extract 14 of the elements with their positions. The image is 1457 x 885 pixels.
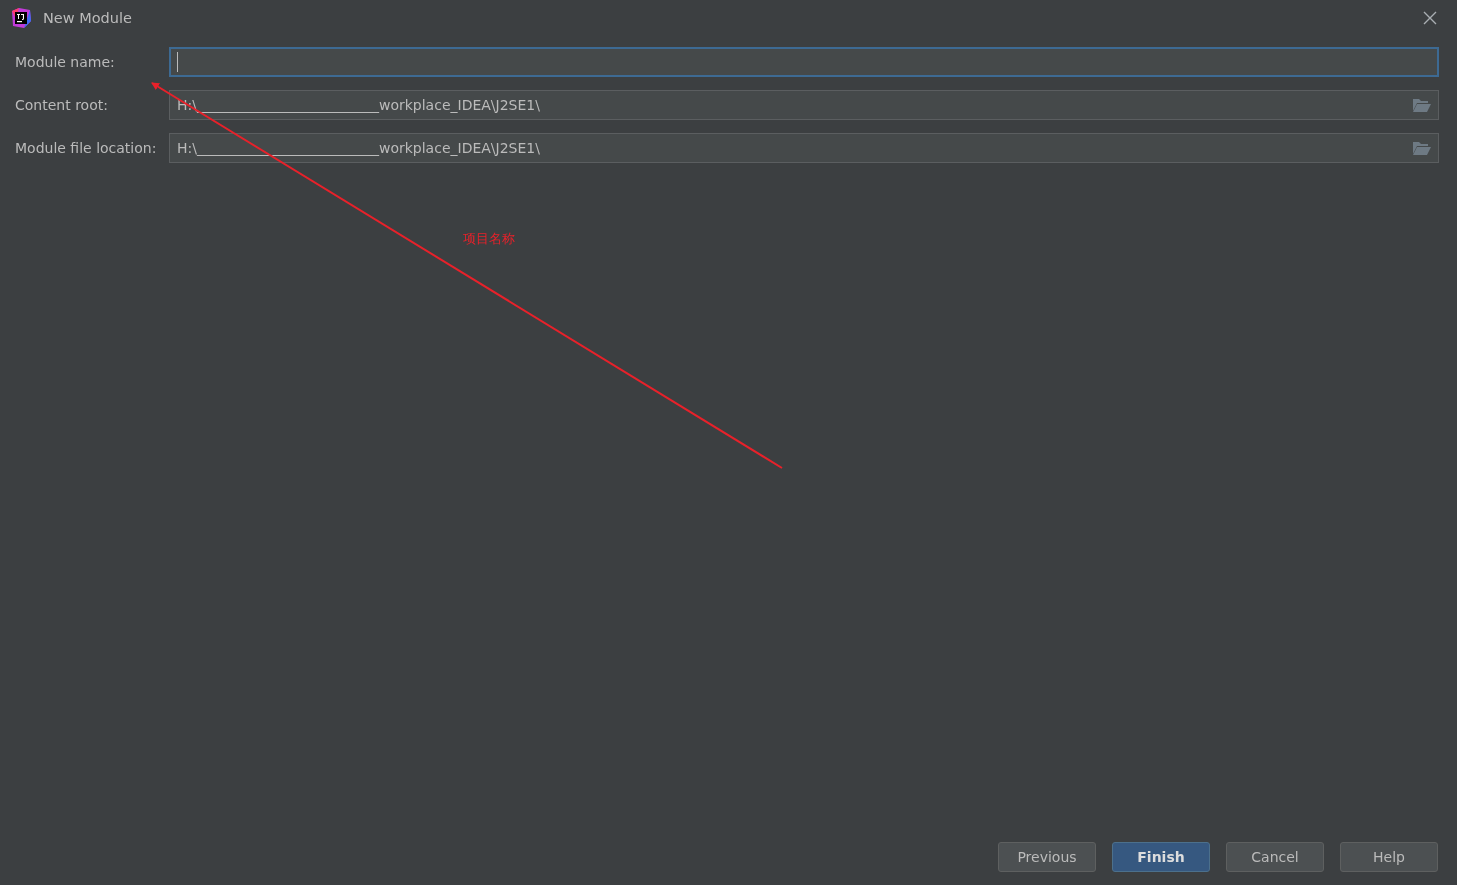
dialog-button[interactable]: Finish [1112,842,1210,872]
field-label: Module name: [15,54,116,70]
dialog-button[interactable]: Previous [998,842,1096,872]
field-label: Content root: [15,97,109,113]
window-title: New Module [43,10,132,26]
annotation-label: 项目名称 [463,230,515,248]
field-label: Module file location: [15,140,158,156]
dialog-button[interactable]: Cancel [1226,842,1324,872]
folder-icon[interactable] [1413,141,1431,155]
app-logo-icon [10,7,32,29]
dialog-button[interactable]: Help [1340,842,1438,872]
input-field[interactable] [169,47,1439,77]
close-icon[interactable] [1423,11,1437,25]
folder-icon[interactable] [1413,98,1431,112]
